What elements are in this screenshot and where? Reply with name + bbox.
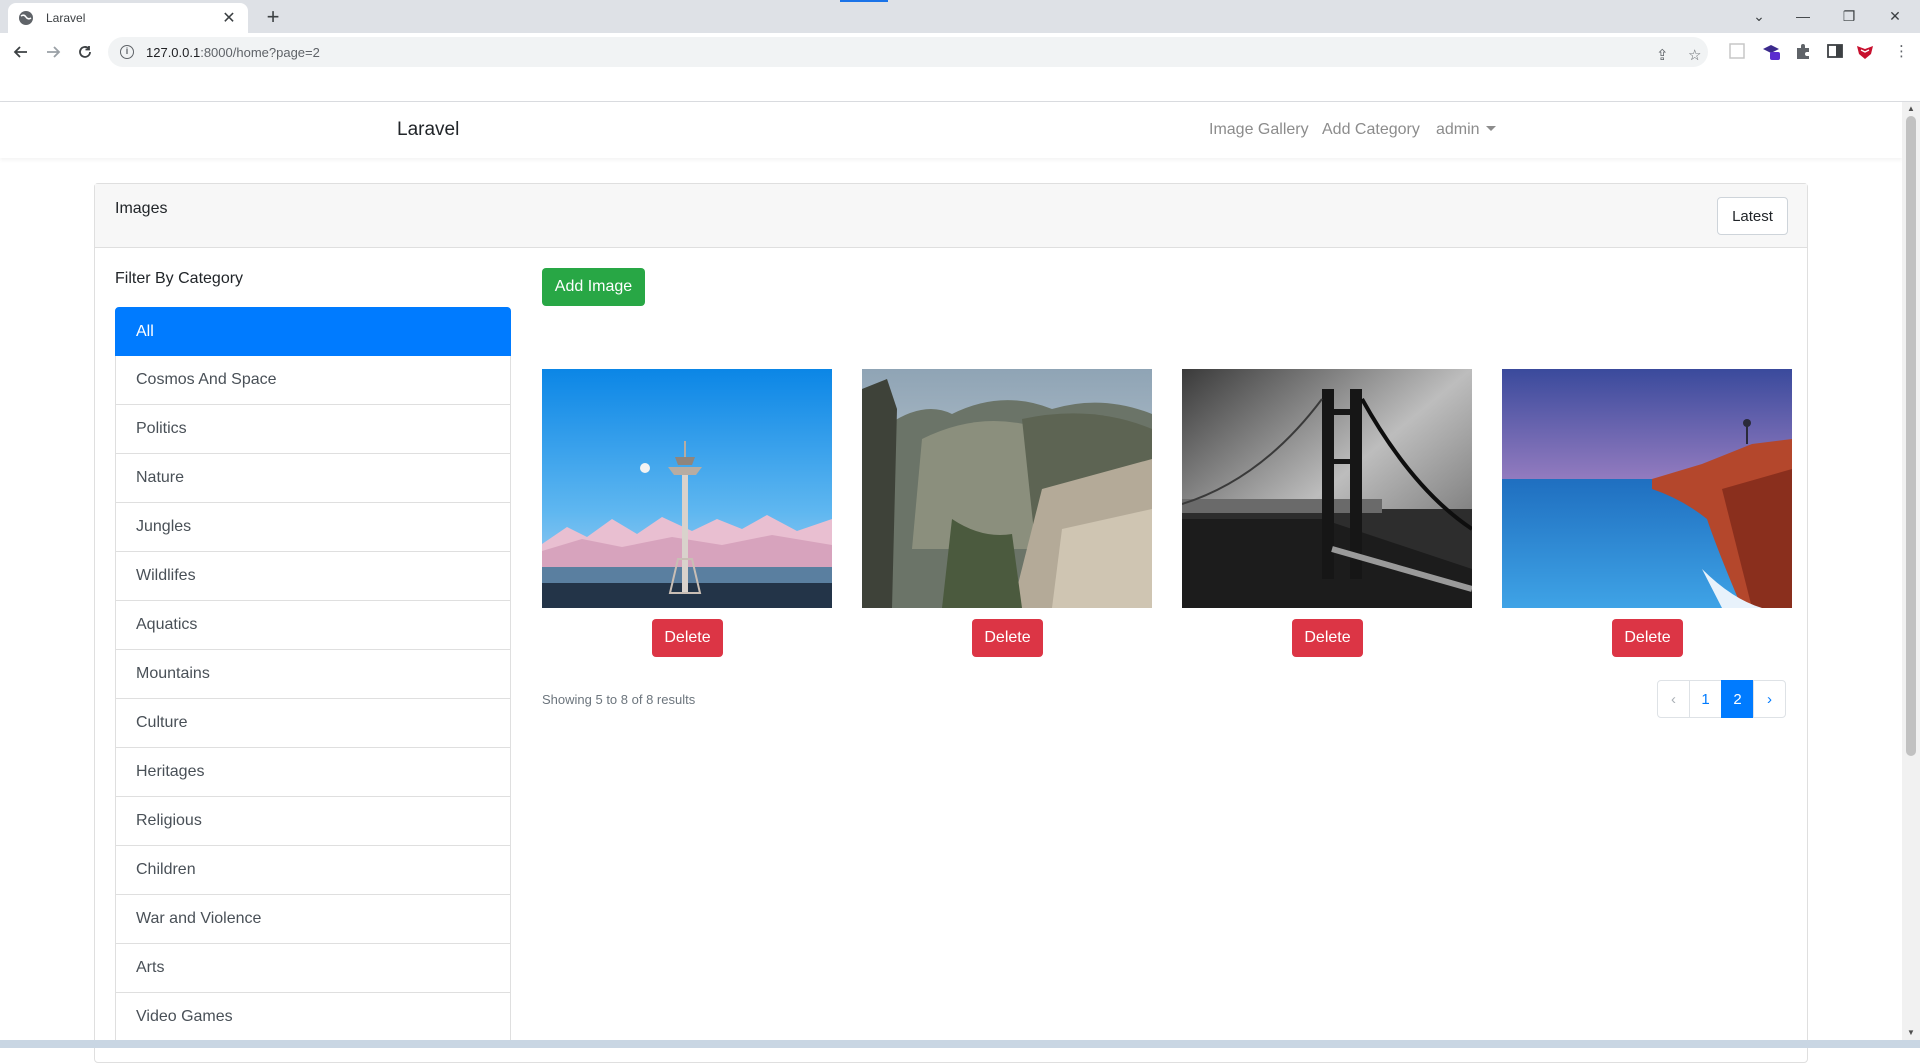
globe-icon: [19, 11, 33, 25]
canyon-image[interactable]: [862, 369, 1152, 608]
browser-tabstrip: Laravel ✕ + ⌄ — ❐ ✕: [0, 0, 1920, 33]
gallery-item: Delete: [1182, 369, 1472, 657]
category-item[interactable]: Heritages: [115, 748, 511, 797]
category-item[interactable]: Culture: [115, 699, 511, 748]
extensions-puzzle-icon[interactable]: [1794, 42, 1812, 60]
site-info-icon[interactable]: i: [120, 45, 134, 59]
minimize-button[interactable]: —: [1786, 4, 1820, 28]
url-path: :8000/home?page=2: [200, 44, 320, 60]
restore-button[interactable]: ❐: [1832, 4, 1866, 28]
card-title: Images: [115, 200, 168, 217]
category-item[interactable]: Children: [115, 846, 511, 895]
category-item[interactable]: Wildlifes: [115, 552, 511, 601]
graduation-cap-icon[interactable]: [1762, 42, 1780, 60]
category-item[interactable]: Nature: [115, 454, 511, 503]
reload-icon[interactable]: [72, 39, 98, 65]
gallery-item: Delete: [542, 369, 832, 657]
results-count: Showing 5 to 8 of 8 results: [542, 692, 696, 707]
scroll-thumb[interactable]: [1906, 116, 1916, 756]
close-tab-icon[interactable]: ✕: [220, 8, 238, 28]
side-panel-icon[interactable]: [1826, 42, 1844, 60]
browser-tab[interactable]: Laravel ✕: [8, 3, 248, 33]
category-item[interactable]: Cosmos And Space: [115, 356, 511, 405]
delete-button[interactable]: Delete: [972, 619, 1043, 657]
category-item[interactable]: Aquatics: [115, 601, 511, 650]
window-close-button[interactable]: ✕: [1878, 4, 1912, 28]
url-host: 127.0.0.1: [146, 44, 201, 60]
back-arrow-icon[interactable]: [8, 39, 34, 65]
profile-avatar-icon[interactable]: [1856, 42, 1874, 60]
caret-down-icon: [1485, 126, 1496, 131]
space-needle-image[interactable]: [542, 369, 832, 608]
address-bar[interactable]: i 127.0.0.1:8000/home?page=2 ⇪ ☆: [108, 37, 1708, 67]
extension-placeholder-icon[interactable]: [1728, 42, 1746, 60]
category-item[interactable]: Jungles: [115, 503, 511, 552]
app-navbar: Laravel Image Gallery Add Category admin: [0, 102, 1902, 158]
new-tab-button[interactable]: +: [260, 5, 286, 31]
bookmark-star-icon[interactable]: ☆: [1688, 46, 1701, 64]
os-taskbar: [0, 1040, 1920, 1048]
tab-search-icon[interactable]: ⌄: [1742, 4, 1776, 28]
tab-title: Laravel: [46, 11, 86, 25]
pagination: ‹ 1 2 ›: [1657, 680, 1786, 718]
bridge-image[interactable]: [1182, 369, 1472, 608]
card-header: Images Latest: [95, 184, 1807, 248]
share-icon[interactable]: ⇪: [1656, 46, 1669, 64]
gallery-item: Delete: [1502, 369, 1792, 657]
menu-kebab-icon[interactable]: ⋮: [1894, 42, 1909, 60]
delete-button[interactable]: Delete: [652, 619, 723, 657]
forward-arrow-icon[interactable]: [40, 39, 66, 65]
category-item[interactable]: Mountains: [115, 650, 511, 699]
gallery-item: Delete: [862, 369, 1152, 657]
delete-button[interactable]: Delete: [1292, 619, 1363, 657]
images-card: Images Latest Filter By Category All Cosm…: [94, 183, 1808, 1063]
category-item[interactable]: Politics: [115, 405, 511, 454]
category-item[interactable]: All: [115, 307, 511, 356]
nav-image-gallery[interactable]: Image Gallery: [1209, 121, 1309, 139]
red-cliffs-image[interactable]: [1502, 369, 1792, 608]
filter-title: Filter By Category: [115, 270, 244, 287]
category-list: All Cosmos And Space Politics Nature Jungles…: [115, 307, 511, 1042]
pagination-page-2[interactable]: 2: [1721, 680, 1754, 718]
scroll-up-icon[interactable]: ▲: [1907, 104, 1915, 113]
latest-sort-button[interactable]: Latest: [1717, 197, 1788, 235]
user-name: admin: [1436, 121, 1480, 138]
url-text: 127.0.0.1:8000/home?page=2: [146, 45, 320, 60]
scroll-down-icon[interactable]: ▼: [1907, 1028, 1915, 1037]
user-dropdown[interactable]: admin: [1436, 121, 1496, 139]
browser-toolbar: i 127.0.0.1:8000/home?page=2 ⇪ ☆ ⋮: [0, 33, 1920, 71]
delete-button[interactable]: Delete: [1612, 619, 1683, 657]
add-image-button[interactable]: Add Image: [542, 268, 645, 306]
category-item[interactable]: Arts: [115, 944, 511, 993]
category-item[interactable]: Religious: [115, 797, 511, 846]
nav-add-category[interactable]: Add Category: [1322, 121, 1420, 139]
tab-indicator: [840, 0, 888, 2]
pagination-next[interactable]: ›: [1753, 680, 1786, 718]
pagination-page-1[interactable]: 1: [1689, 680, 1722, 718]
category-item[interactable]: War and Violence: [115, 895, 511, 944]
brand-logo[interactable]: Laravel: [397, 119, 459, 141]
page-scrollbar[interactable]: ▲ ▼: [1902, 102, 1920, 1040]
pagination-prev: ‹: [1657, 680, 1690, 718]
category-item[interactable]: Video Games: [115, 993, 511, 1042]
